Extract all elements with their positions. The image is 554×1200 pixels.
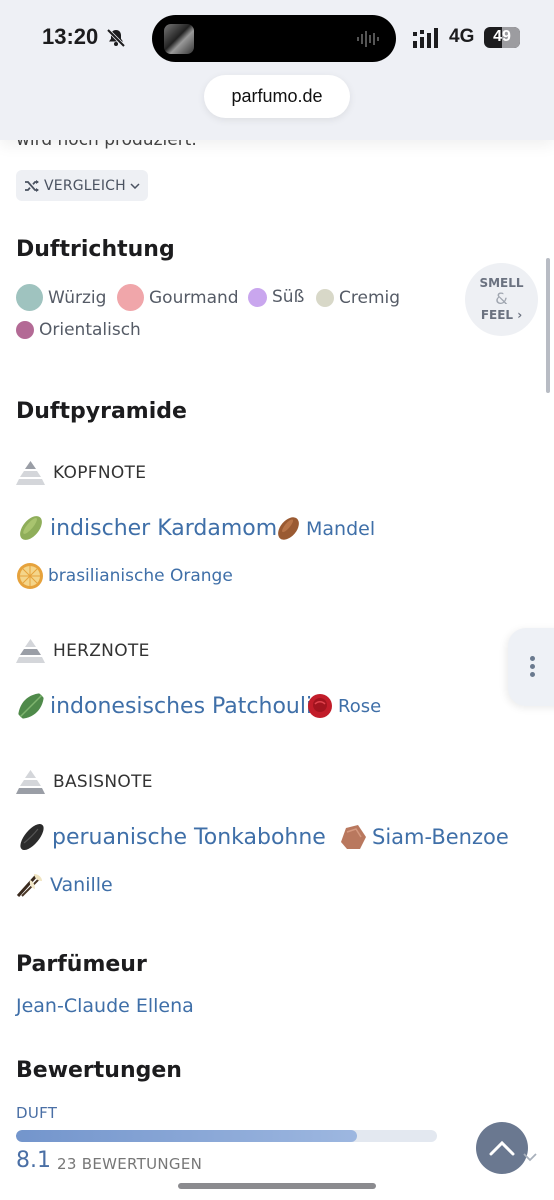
note-item[interactable]: brasilianische Orange [16, 562, 233, 590]
note-level-label: KOPFNOTE [53, 463, 147, 483]
dot-icon [530, 656, 535, 661]
dynamic-island[interactable] [152, 15, 396, 62]
rose-icon [308, 694, 332, 718]
note-item[interactable]: Siam-Benzoe [338, 822, 509, 852]
media-thumbnail [164, 24, 194, 54]
accord-item[interactable]: Würzig [16, 284, 106, 311]
chevron-up-icon [489, 1140, 515, 1156]
note-level-label: BASISNOTE [53, 772, 153, 792]
scroll-indicator [546, 258, 550, 393]
feel-label: FEEL › [480, 308, 523, 322]
ampersand-label: & [495, 289, 508, 308]
accord-color-dot [248, 287, 267, 307]
note-label: Vanille [50, 874, 113, 896]
accord-color-dot [16, 284, 43, 311]
note-item[interactable]: Vanille [16, 870, 113, 900]
orange-icon [17, 563, 43, 589]
benzoin-resin-icon [341, 825, 366, 849]
chevron-down-icon[interactable] [522, 1152, 538, 1162]
chevron-down-icon [130, 182, 140, 189]
cardamom-icon [20, 516, 42, 540]
accord-label: Würzig [48, 287, 107, 308]
pyramid-middle-icon [16, 639, 45, 663]
rating-count[interactable]: 23 BEWERTUNGEN [57, 1155, 202, 1173]
note-label: brasilianische Orange [48, 566, 233, 586]
accord-color-dot [316, 289, 334, 307]
home-indicator[interactable] [178, 1183, 376, 1189]
bell-slash-icon [106, 28, 126, 48]
accord-item[interactable]: Gourmand [117, 284, 239, 311]
battery-level: 49 [493, 28, 511, 45]
accord-label: Orientalisch [39, 320, 141, 340]
almond-icon [278, 517, 299, 540]
scroll-to-top-button[interactable] [476, 1122, 528, 1174]
address-bar[interactable]: parfumo.de [204, 75, 350, 118]
accord-item[interactable]: Cremig [316, 288, 400, 308]
more-options-tab[interactable] [508, 628, 554, 706]
accord-label: Gourmand [149, 287, 239, 308]
note-label: indischer Kardamom [50, 515, 278, 541]
accord-label: Süß [272, 287, 305, 307]
smell-feel-button[interactable]: SMELL & FEEL › [465, 263, 538, 336]
accord-color-dot [117, 284, 144, 311]
tonka-bean-icon [20, 823, 44, 851]
note-label: indonesisches Patchouli [50, 693, 313, 719]
note-level-basis: BASISNOTE [16, 768, 153, 796]
note-level-herz: HERZNOTE [16, 637, 150, 665]
note-item[interactable]: Mandel [275, 515, 375, 542]
section-title-parfuemeur: Parfümeur [16, 952, 147, 977]
note-item[interactable]: Rose [306, 692, 381, 720]
note-label: Mandel [306, 517, 376, 540]
network-type: 4G [449, 26, 475, 47]
rating-score: 8.1 [16, 1148, 51, 1173]
accord-label: Cremig [339, 288, 401, 308]
note-level-kopf: KOPFNOTE [16, 459, 146, 487]
rating-category-label: DUFT [16, 1104, 58, 1122]
note-item[interactable]: indonesisches Patchouli [16, 691, 312, 721]
battery-indicator: 49 [484, 27, 520, 48]
section-title-duftrichtung: Duftrichtung [16, 237, 175, 262]
section-title-duftpyramide: Duftpyramide [16, 399, 187, 424]
perfumer-link[interactable]: Jean-Claude Ellena [16, 995, 194, 1017]
patchouli-leaf-icon [18, 693, 44, 719]
dot-icon [530, 672, 535, 677]
waveform-icon [357, 31, 379, 47]
note-label: Siam-Benzoe [372, 825, 509, 849]
note-label: peruanische Tonkabohne [52, 824, 326, 850]
dot-icon [530, 664, 535, 669]
note-level-label: HERZNOTE [53, 641, 150, 661]
accord-item[interactable]: Orientalisch [16, 320, 141, 340]
section-title-bewertungen: Bewertungen [16, 1058, 182, 1083]
compare-button[interactable]: VERGLEICH [16, 170, 148, 201]
smell-label: SMELL [479, 276, 524, 290]
compare-label: VERGLEICH [44, 177, 126, 194]
cellular-signal-icon [413, 28, 438, 48]
rating-bar [16, 1130, 437, 1142]
pyramid-base-icon [16, 770, 45, 794]
browser-top-chrome: 13:20 4G 49 parfumo.de [0, 0, 554, 140]
accord-color-dot [16, 321, 34, 339]
pyramid-top-icon [16, 461, 45, 485]
note-item[interactable]: indischer Kardamom [16, 513, 277, 543]
status-time: 13:20 [42, 24, 99, 49]
rating-bar-fill [16, 1130, 357, 1142]
accord-item[interactable]: Süß [248, 287, 304, 307]
shuffle-icon [25, 179, 39, 192]
vanilla-icon [16, 874, 42, 898]
note-label: Rose [338, 695, 382, 717]
note-item[interactable]: peruanische Tonkabohne [16, 821, 326, 853]
